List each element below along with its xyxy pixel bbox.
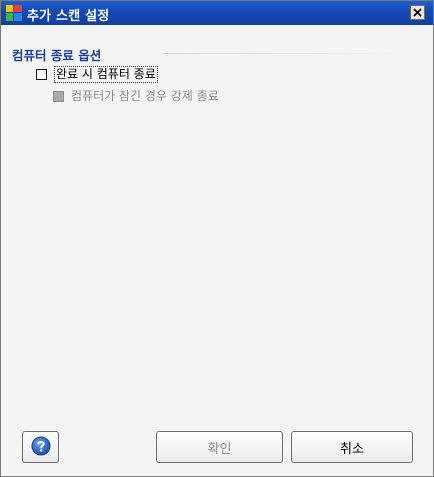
close-icon	[413, 6, 422, 20]
shutdown-label[interactable]: 완료 시 컴퓨터 종료	[54, 66, 158, 83]
question-mark-icon	[31, 436, 51, 459]
dialog-window: 추가 스캔 설정 컴퓨터 종료 옵션 완료 시 컴퓨터 종료 컴퓨터가 잠긴 경…	[0, 0, 434, 477]
section-divider	[163, 53, 421, 54]
force-shutdown-label: 컴퓨터가 잠긴 경우 강제 종료	[71, 89, 219, 103]
cancel-button[interactable]: 취소	[291, 431, 413, 463]
ok-button[interactable]: 확인	[156, 431, 283, 463]
force-shutdown-option: 컴퓨터가 잠긴 경우 강제 종료	[53, 89, 219, 104]
app-logo-icon	[6, 5, 22, 21]
window-title: 추가 스캔 설정	[27, 9, 110, 24]
close-button[interactable]	[410, 5, 425, 20]
help-button[interactable]	[22, 431, 59, 463]
section-title: 컴퓨터 종료 옵션	[12, 48, 102, 63]
shutdown-checkbox[interactable]	[36, 69, 47, 80]
shutdown-option[interactable]: 완료 시 컴퓨터 종료	[36, 66, 158, 83]
title-bar[interactable]: 추가 스캔 설정	[1, 1, 433, 25]
force-shutdown-checkbox	[53, 91, 64, 102]
